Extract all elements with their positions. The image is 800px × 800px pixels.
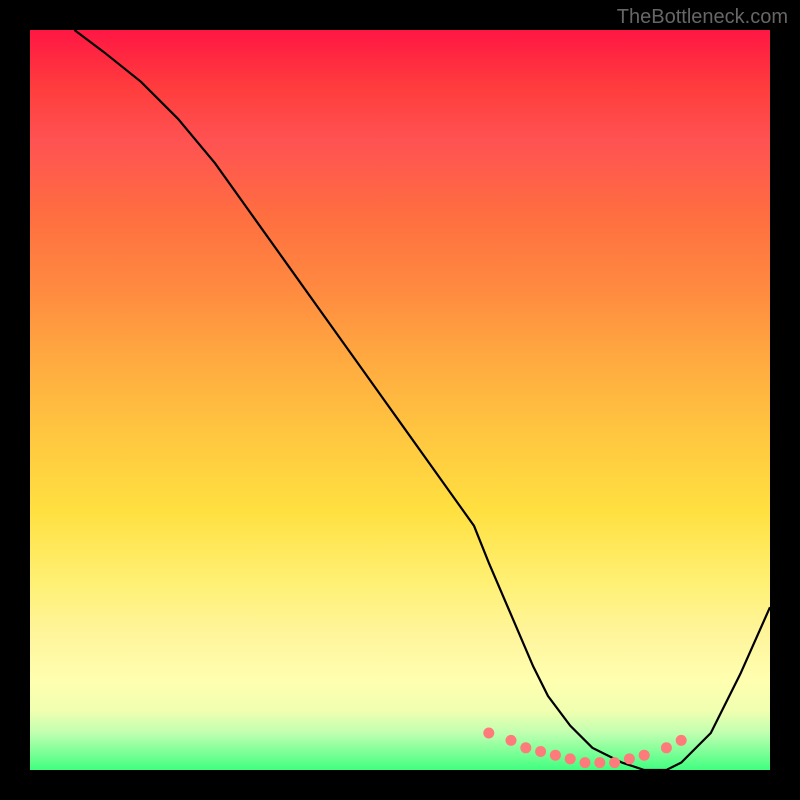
highlight-marker [483,728,494,739]
attribution-text: TheBottleneck.com [617,6,788,29]
bottleneck-curve-line [74,30,770,770]
highlight-marker [550,750,561,761]
highlight-marker [520,742,531,753]
highlight-marker [639,750,650,761]
chart-svg [30,30,770,770]
highlight-marker [565,753,576,764]
highlight-marker [661,742,672,753]
highlight-markers [483,728,686,769]
highlight-marker [506,735,517,746]
highlight-marker [535,746,546,757]
highlight-marker [580,757,591,768]
chart-plot-area [30,30,770,770]
highlight-marker [609,757,620,768]
highlight-marker [676,735,687,746]
highlight-marker [594,757,605,768]
highlight-marker [624,753,635,764]
